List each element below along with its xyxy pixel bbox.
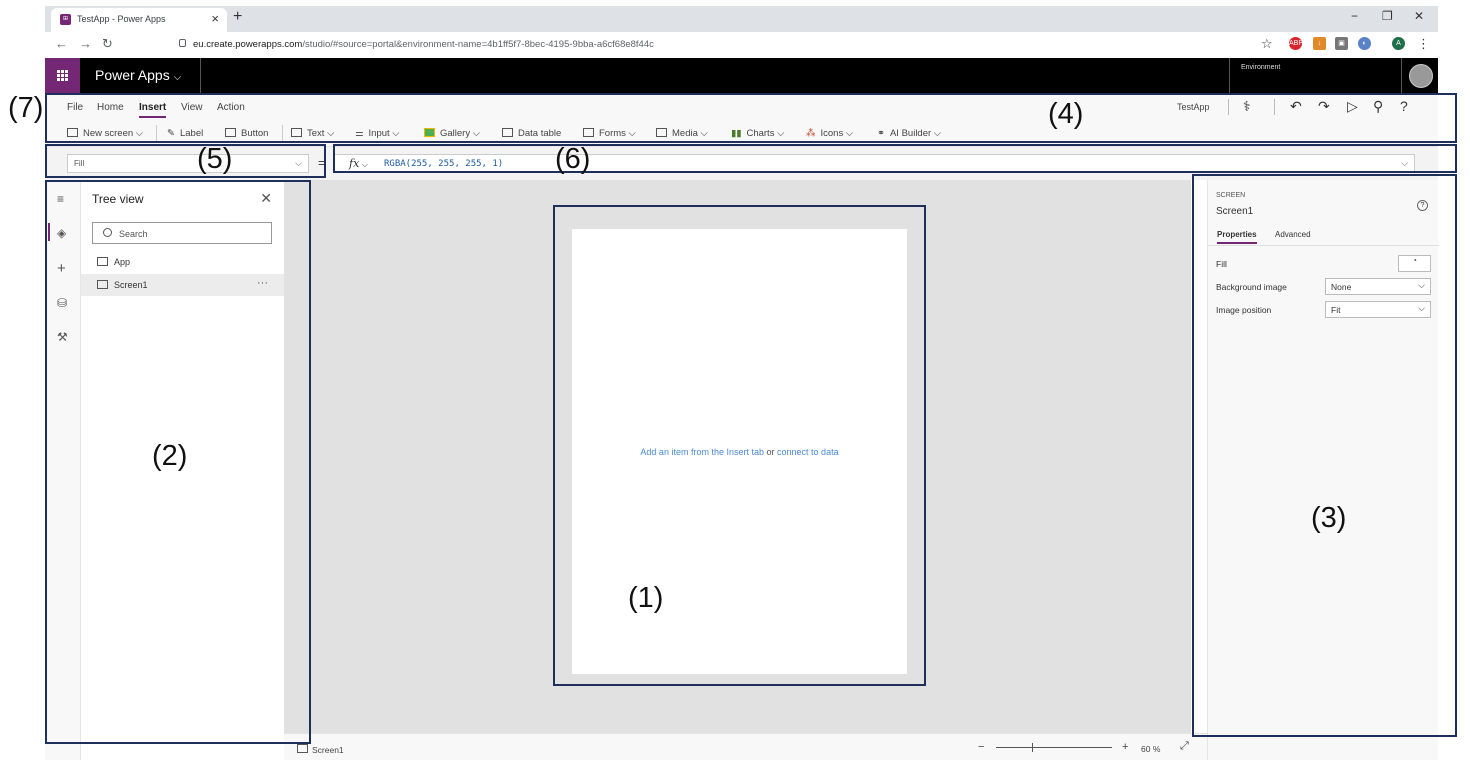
window-close-icon[interactable]: ✕ xyxy=(1414,9,1424,23)
extension-icon[interactable]: ↓ xyxy=(1313,37,1326,50)
fit-to-window-icon[interactable]: ⤢ xyxy=(1180,740,1189,753)
lock-icon xyxy=(179,39,186,47)
divider xyxy=(1229,58,1230,93)
app-launcher-icon[interactable] xyxy=(45,58,80,93)
annotation-label-7: (7) xyxy=(8,92,44,124)
annotation-box-6 xyxy=(333,144,1457,173)
app-title-text: Power Apps xyxy=(95,67,170,83)
new-tab-icon[interactable]: + xyxy=(233,8,242,26)
url-host: eu.create.powerapps.com xyxy=(193,39,303,50)
zoom-slider-thumb[interactable] xyxy=(1032,743,1033,752)
bookmark-star-icon[interactable]: ☆ xyxy=(1261,36,1273,52)
screen-icon xyxy=(297,744,308,753)
status-bar: Screen1 − + 60 % ⤢ xyxy=(284,733,1207,760)
zoom-slider[interactable] xyxy=(996,747,1112,748)
app-title[interactable]: Power Apps ⌵ xyxy=(95,67,181,83)
back-icon[interactable]: ← xyxy=(55,36,68,51)
annotation-box-4 xyxy=(45,93,1457,143)
current-screen[interactable]: Screen1 xyxy=(312,745,344,755)
annotation-box-3 xyxy=(1192,174,1457,737)
annotation-label-6: (6) xyxy=(555,143,591,175)
power-apps-favicon-icon: ⊞ xyxy=(60,14,71,25)
zoom-level: 60 % xyxy=(1141,744,1161,754)
browser-tab-title: TestApp - Power Apps xyxy=(77,14,166,24)
url-path: /studio/#source=portal&environment-name=… xyxy=(302,39,654,50)
address-bar-row: ← → ↻ eu.create.powerapps.com/studio/#so… xyxy=(45,32,1438,58)
forward-icon[interactable]: → xyxy=(79,36,92,51)
zoom-in-button[interactable]: + xyxy=(1122,741,1128,753)
minimize-icon[interactable]: − xyxy=(1351,9,1358,23)
reload-icon[interactable]: ↻ xyxy=(102,36,113,52)
user-avatar-icon[interactable] xyxy=(1409,64,1433,88)
browser-tab-strip: ⊞ TestApp - Power Apps × + − ❐ ✕ xyxy=(45,6,1438,32)
zoom-out-button[interactable]: − xyxy=(978,741,984,753)
close-tab-icon[interactable]: × xyxy=(211,11,219,26)
annotation-label-2: (2) xyxy=(152,440,188,472)
url-field[interactable]: eu.create.powerapps.com/studio/#source=p… xyxy=(193,39,654,50)
environment-label[interactable]: Environment xyxy=(1241,64,1280,71)
annotation-label-1: (1) xyxy=(628,582,664,614)
browser-menu-icon[interactable]: ⋮ xyxy=(1417,36,1430,52)
annotation-label-3: (3) xyxy=(1311,502,1347,534)
profile-avatar[interactable]: A xyxy=(1392,37,1405,50)
annotation-box-1 xyxy=(553,205,926,686)
restore-icon[interactable]: ❐ xyxy=(1382,9,1393,23)
extension-icon[interactable]: ◐ xyxy=(1358,37,1371,50)
app-header: Power Apps ⌵ Environment xyxy=(45,58,1438,93)
divider xyxy=(1401,58,1402,93)
annotation-box-5 xyxy=(45,144,326,178)
browser-tab[interactable]: ⊞ TestApp - Power Apps × xyxy=(51,8,227,32)
extension-icon[interactable]: ▣ xyxy=(1335,37,1348,50)
adblock-icon[interactable]: ABP xyxy=(1289,37,1303,50)
divider xyxy=(200,58,201,93)
annotation-label-4: (4) xyxy=(1048,98,1084,130)
chevron-down-icon: ⌵ xyxy=(173,72,182,83)
annotation-label-5: (5) xyxy=(197,143,233,175)
power-apps-studio: ⊞ TestApp - Power Apps × + − ❐ ✕ ← → ↻ e… xyxy=(0,0,1470,768)
